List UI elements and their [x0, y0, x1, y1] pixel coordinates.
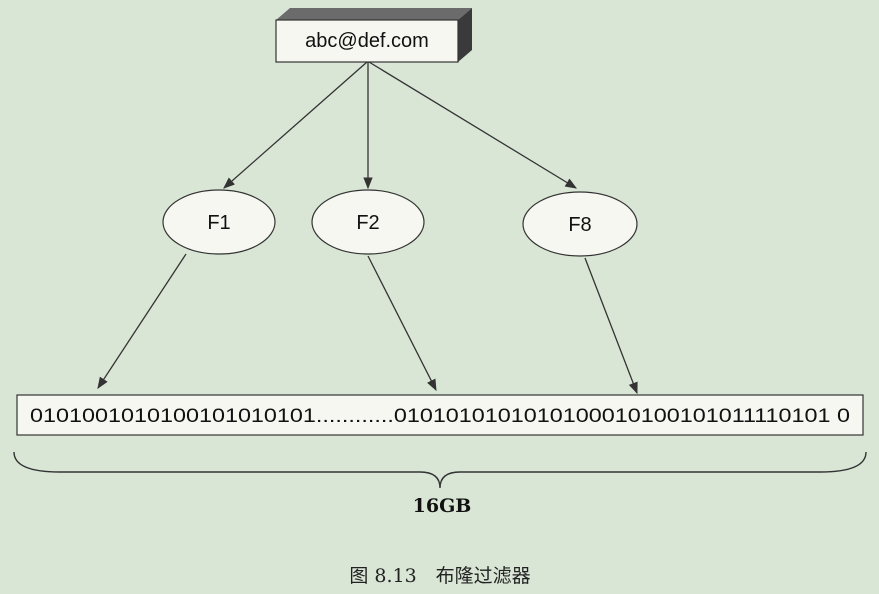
bit-array-text: 0101001010100101010101............010101… [30, 406, 850, 427]
bloom-filter-diagram: abc@def.com F1 F2 F8 0101001010100101010… [13, 8, 867, 587]
email-box: abc@def.com [275, 8, 472, 63]
size-label: 16GB [413, 495, 472, 517]
hash-node-f8: F8 [522, 191, 638, 257]
arrow-f8-bits [584, 257, 638, 395]
hash-label-f8: F8 [568, 214, 591, 236]
hash-node-f2: F2 [311, 189, 425, 255]
arrow-f1-bits [97, 253, 187, 389]
hash-node-f1: F1 [162, 189, 276, 255]
arrow-f2-bits [367, 255, 437, 392]
hash-label-f2: F2 [356, 212, 379, 234]
arrow-email-f1 [223, 61, 368, 189]
hash-label-f1: F1 [207, 212, 230, 234]
size-brace [13, 451, 867, 489]
bit-array: 0101001010100101010101............010101… [16, 394, 864, 436]
email-label: abc@def.com [305, 30, 429, 52]
figure-caption: 图 8.13 布隆过滤器 [349, 565, 530, 587]
arrow-email-f8 [368, 61, 577, 189]
